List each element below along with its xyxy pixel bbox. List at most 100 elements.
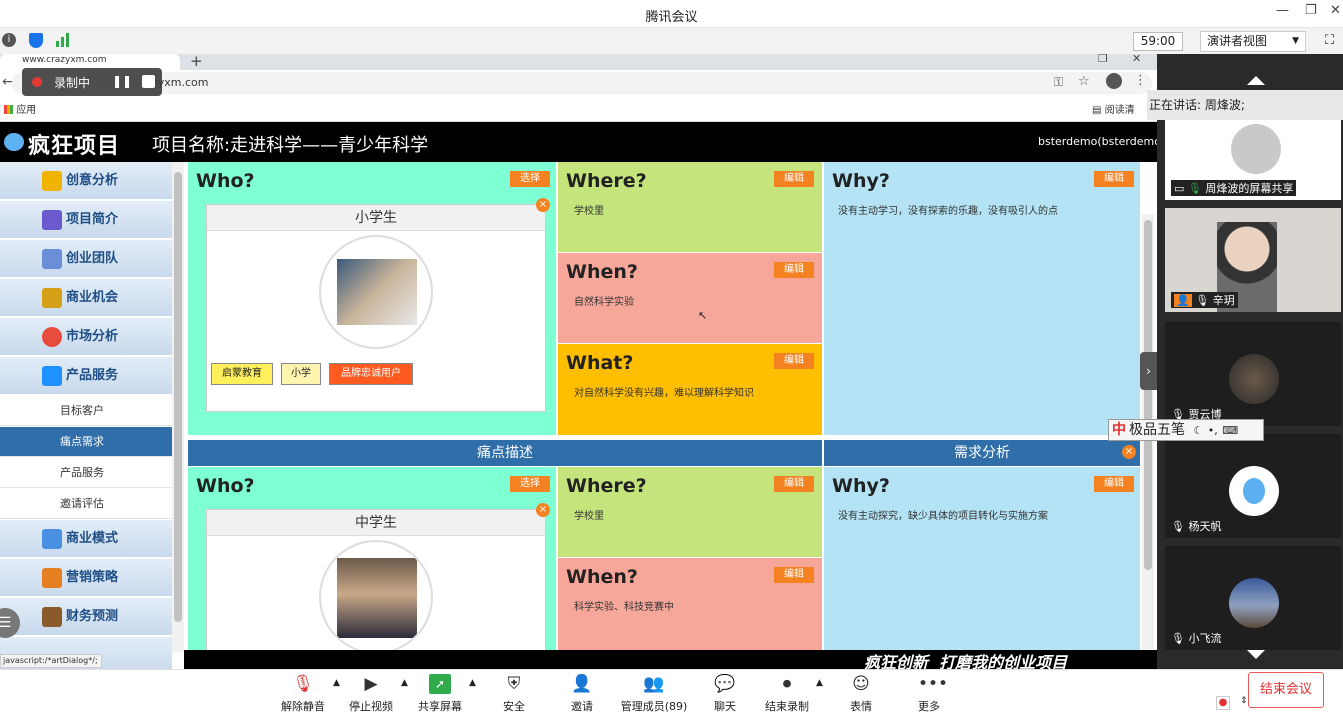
address-bar[interactable]: zyxm.com bbox=[12, 72, 1152, 94]
ledger-icon bbox=[42, 607, 62, 627]
mascot-icon bbox=[1243, 478, 1265, 504]
caret-up-icon[interactable]: ▲ bbox=[469, 678, 476, 688]
moon-icon[interactable]: ☾ bbox=[1193, 424, 1203, 437]
edit-button[interactable]: 编辑 bbox=[774, 476, 814, 492]
key-icon[interactable]: ⚿ bbox=[1054, 75, 1063, 90]
sidebar-item-product[interactable]: 产品服务 bbox=[0, 357, 172, 395]
scroll-down-icon[interactable] bbox=[1247, 650, 1265, 659]
toolbar-label: 邀请 bbox=[571, 700, 593, 713]
stop-icon[interactable] bbox=[142, 75, 155, 88]
choose-button[interactable]: 选择 bbox=[510, 476, 550, 492]
flag-icon: ● bbox=[1216, 696, 1230, 710]
edit-button[interactable]: 编辑 bbox=[1094, 171, 1134, 187]
meeting-toolbar: 🎙 解除静音 ▲ ▶ 停止视频 ▲ ➚ 共享屏幕 ▲ ⛨ 安全 👤 邀请 👥 管理成员(89… bbox=[0, 669, 1343, 713]
remove-icon[interactable]: × bbox=[536, 503, 550, 517]
browser-close-icon[interactable]: ✕ bbox=[1132, 54, 1141, 65]
brand-logo: 疯狂项目 bbox=[28, 134, 121, 159]
manage-members-button[interactable]: 👥 管理成员(89) bbox=[614, 670, 694, 713]
sidebar-item-market[interactable]: 市场分析 bbox=[0, 318, 172, 356]
persona-photo bbox=[337, 558, 417, 638]
punct-icon[interactable]: •, bbox=[1208, 424, 1218, 437]
where-cell-1: Where? 编辑 学校里 bbox=[558, 162, 822, 252]
sidebar-item-marketing[interactable]: 营销策略 bbox=[0, 559, 172, 597]
panel-collapse-icon[interactable]: › bbox=[1140, 352, 1157, 390]
sidebar-item-finance[interactable]: 财务预测 bbox=[0, 598, 172, 636]
sidebar-item-creative[interactable]: 创意分析 bbox=[0, 162, 172, 200]
toolbar-label: 共享屏幕 bbox=[418, 700, 462, 713]
edit-button[interactable]: 编辑 bbox=[1094, 476, 1134, 492]
restore-icon[interactable]: ❐ bbox=[1305, 3, 1317, 18]
sidebar-sub-target[interactable]: 目标客户 bbox=[0, 396, 172, 426]
toolbar-label: 停止视频 bbox=[349, 700, 393, 713]
user-menu[interactable]: bsterdemo(bsterdemo)▼ bbox=[1038, 135, 1157, 148]
star-icon[interactable]: ☆ bbox=[1078, 74, 1090, 89]
info-icon[interactable]: i bbox=[2, 33, 16, 47]
profile-icon[interactable] bbox=[1106, 73, 1122, 89]
pain-description-bar: 痛点描述 bbox=[188, 440, 822, 466]
window-titlebar: 腾讯会议 — ❐ ✕ bbox=[0, 0, 1343, 28]
edit-button[interactable]: 编辑 bbox=[774, 171, 814, 187]
scroll-thumb[interactable] bbox=[174, 172, 182, 622]
sidebar-item-intro[interactable]: 项目简介 bbox=[0, 201, 172, 239]
end-meeting-button[interactable]: 结束会议 bbox=[1248, 672, 1324, 708]
close-icon[interactable]: ✕ bbox=[1330, 3, 1341, 18]
sidebar-item-opportunity[interactable]: 商业机会 bbox=[0, 279, 172, 317]
scroll-thumb[interactable] bbox=[1144, 220, 1152, 570]
caret-up-icon[interactable]: ▲ bbox=[816, 678, 823, 688]
pause-icon[interactable]: ❚❚ bbox=[112, 74, 132, 88]
apps-grid-icon bbox=[4, 105, 13, 114]
sidebar-item-team[interactable]: 创业团队 bbox=[0, 240, 172, 278]
video-tile[interactable]: 🎙 贾云博 bbox=[1165, 322, 1341, 426]
when-heading: When? bbox=[566, 566, 638, 588]
video-tile[interactable]: 🎙 杨天帆 bbox=[1165, 434, 1341, 538]
invite-button[interactable]: 👤 邀请 bbox=[547, 670, 617, 713]
who-heading: Who? bbox=[196, 475, 255, 497]
browser-restore-icon[interactable]: ❐ bbox=[1098, 54, 1108, 65]
remove-icon[interactable]: × bbox=[1122, 445, 1136, 459]
participant-avatar bbox=[1231, 124, 1281, 174]
more-button[interactable]: ••• 更多 bbox=[894, 670, 964, 713]
bookmark-apps[interactable]: 应用 bbox=[4, 101, 36, 116]
emoji-button[interactable]: ☺ 表情 bbox=[826, 670, 896, 713]
persona-card: 小学生 启蒙教育 小学 品牌忠诚用户 bbox=[206, 204, 546, 412]
where-text: 学校里 bbox=[574, 511, 604, 522]
chat-button[interactable]: 💬 聊天 bbox=[690, 670, 760, 713]
scroll-up-icon[interactable] bbox=[1247, 76, 1265, 85]
stop-video-button[interactable]: ▶ 停止视频 bbox=[336, 670, 406, 713]
minimize-icon[interactable]: — bbox=[1276, 3, 1289, 18]
video-tile[interactable]: 🎙 小飞流 bbox=[1165, 546, 1341, 650]
end-recording-button[interactable]: ⏺ 结束录制 bbox=[752, 670, 822, 713]
updown-icon[interactable]: ⇕ bbox=[1240, 696, 1248, 706]
edit-button[interactable]: 编辑 bbox=[774, 262, 814, 278]
sidebar-sub-product[interactable]: 产品服务 bbox=[0, 458, 172, 488]
edit-button[interactable]: 编辑 bbox=[774, 567, 814, 583]
reading-list[interactable]: ▤ 阅读清 bbox=[1092, 101, 1135, 116]
signal-icon[interactable] bbox=[56, 33, 72, 47]
sidebar-item-model[interactable]: 商业模式 bbox=[0, 520, 172, 558]
bar-chart-icon bbox=[42, 568, 62, 588]
choose-button[interactable]: 选择 bbox=[510, 171, 550, 187]
sidebar-scrollbar[interactable] bbox=[172, 162, 184, 652]
video-tile[interactable]: 👤 🎙 辛玥 bbox=[1165, 208, 1341, 312]
edit-button[interactable]: 编辑 bbox=[774, 353, 814, 369]
participant-name: 🎙 小飞流 bbox=[1171, 630, 1221, 646]
sidebar-sub-pain[interactable]: 痛点需求 bbox=[0, 427, 172, 457]
presenter-view-dropdown[interactable]: 演讲者视图 ▼ bbox=[1200, 31, 1306, 52]
sidebar-sub-invite[interactable]: 邀请评估 bbox=[0, 489, 172, 519]
menu-icon[interactable]: ⋮ bbox=[1134, 73, 1147, 88]
share-screen-button[interactable]: ➚ 共享屏幕 bbox=[405, 670, 475, 713]
remove-icon[interactable]: × bbox=[536, 198, 550, 212]
unmute-button[interactable]: 🎙 解除静音 bbox=[268, 670, 338, 713]
ime-toolbar[interactable]: 中极品五笔 ☾ •, ⌨ bbox=[1108, 419, 1264, 441]
new-tab-icon[interactable]: + bbox=[190, 54, 203, 70]
presenter-view-label: 演讲者视图 bbox=[1207, 34, 1268, 48]
sidebar-item-label: 市场分析 bbox=[66, 329, 119, 344]
what-heading: What? bbox=[566, 352, 634, 374]
security-button[interactable]: ⛨ 安全 bbox=[479, 670, 549, 713]
toolbar-label: 解除静音 bbox=[281, 700, 325, 713]
fullscreen-icon[interactable]: ⛶ bbox=[1325, 33, 1334, 48]
invite-icon: 👤 bbox=[571, 674, 593, 694]
video-tile-share[interactable]: ▭ 🎙 周烽波的屏幕共享 bbox=[1165, 120, 1341, 200]
keyboard-icon[interactable]: ⌨ bbox=[1222, 424, 1238, 437]
security-shield-icon[interactable] bbox=[29, 33, 43, 48]
